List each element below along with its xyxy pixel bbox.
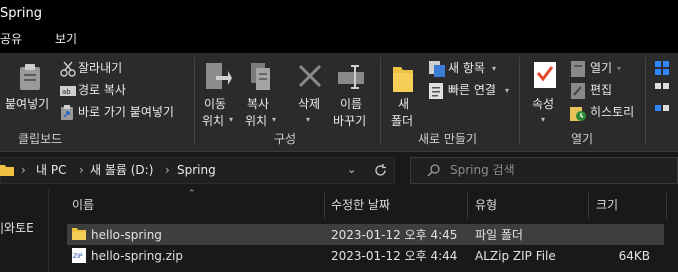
copy-to-label-1: 복사 [247,97,270,111]
tab-view[interactable]: 보기 [55,33,77,45]
move-to-button[interactable] [204,61,232,96]
select-all-icon[interactable] [655,61,678,124]
copy-to-label-2: 위치 [245,114,268,128]
ribbon-tab-bar [0,28,678,53]
chevron-down-icon: ▾ [505,86,510,95]
tab-share[interactable]: 공유 [0,33,22,45]
column-header-name[interactable]: 이름 [72,199,94,211]
rename-icon [338,65,364,89]
title-bar [0,0,678,28]
breadcrumb-separator: › [21,163,26,177]
edit-button[interactable]: 편집 [590,84,612,96]
open-icon [571,61,585,80]
easy-access-icon [429,83,445,102]
column-divider[interactable] [666,193,667,219]
group-separator [519,57,520,145]
chevron-down-icon: ▾ [229,115,234,124]
new-item-button[interactable]: 새 항목 [448,62,485,74]
move-to-label-2: 위치 [202,114,225,128]
breadcrumb-this-pc[interactable]: 내 PC [36,164,66,176]
search-icon [427,164,440,180]
paste-shortcut-button[interactable]: 바로 가기 붙여넣기 [78,106,174,118]
file-size: 64KB [618,249,650,263]
paste-button[interactable] [18,63,42,94]
column-divider[interactable] [467,193,468,219]
column-header-date-modified[interactable]: 수정한 날짜 [331,199,390,211]
breadcrumb-spring[interactable]: Spring [177,164,216,176]
chevron-down-icon: ▾ [617,64,622,73]
file-type: 파일 폴더 [475,228,523,242]
sort-chevron-up-icon: ⌃ [188,189,196,199]
file-modified: 2023-01-12 오후 4:45 [331,228,458,242]
paste-icon [20,64,40,90]
delete-icon [298,64,322,88]
group-separator [645,57,646,145]
group-label-organize: 구성 [274,132,297,146]
file-name[interactable]: hello-spring.zip [91,250,183,262]
column-header-size[interactable]: 크기 [596,199,618,211]
chevron-down-icon: ▾ [272,115,277,124]
chevron-down-icon: ▾ [541,115,546,124]
copy-path-icon: ab [60,84,76,101]
history-button[interactable]: 히스토리 [590,106,634,118]
group-label-clipboard: 클립보드 [18,132,63,146]
search-input[interactable]: Spring 검색 [450,164,515,176]
cut-button[interactable]: 잘라내기 [78,62,122,74]
group-separator [380,57,381,145]
new-folder-label-2: 폴더 [391,114,414,128]
copy-path-button[interactable]: 경로 복사 [78,84,126,96]
column-divider[interactable] [588,193,589,219]
easy-access-button[interactable]: 빠른 연결 [448,84,496,96]
zip-file-icon: ZIP [72,248,86,266]
group-separator [194,57,195,145]
column-header-type[interactable]: 유형 [475,199,497,211]
new-folder-label-1: 새 [398,97,410,111]
edit-icon [571,83,585,102]
delete-button[interactable] [297,63,323,92]
properties-label: 속성 [532,97,555,111]
window-title: Spring [0,6,42,21]
rename-label-1: 이름 [340,97,363,111]
copy-to-button[interactable] [247,61,275,96]
column-divider[interactable] [324,193,325,219]
chevron-down-icon: ▾ [306,115,311,124]
nav-item-partial[interactable]: |와토E [0,222,40,234]
paste-shortcut-icon [60,105,74,124]
open-button[interactable]: 열기 [590,62,612,74]
address-history-chevron-icon[interactable]: ⌄ [347,164,356,175]
folder-icon [393,67,413,92]
refresh-icon[interactable] [374,164,387,180]
properties-button[interactable] [533,61,557,92]
rename-button[interactable] [337,63,367,94]
breadcrumb-drive-d[interactable]: 새 볼륨 (D:) [90,164,153,176]
breadcrumb-separator: › [79,163,84,177]
folder-icon [0,163,14,180]
new-item-icon [429,61,445,80]
move-to-icon [206,63,232,89]
file-type: ALZip ZIP File [475,249,556,263]
copy-to-icon [251,63,270,90]
move-to-label-1: 이동 [204,97,227,111]
properties-icon [534,62,556,88]
breadcrumb-separator: › [165,163,170,177]
file-name[interactable]: hello-spring [91,229,162,241]
file-modified: 2023-01-12 오후 4:44 [331,249,458,263]
new-folder-button[interactable] [392,63,414,96]
paste-label: 붙여넣기 [5,97,50,111]
delete-label: 삭제 [298,97,321,111]
svg-text:ab: ab [62,88,71,96]
history-icon [570,105,586,124]
rename-label-2: 바꾸기 [333,114,367,128]
svg-text:ZIP: ZIP [73,253,83,260]
group-label-new: 새로 만들기 [418,132,478,146]
chevron-down-icon: ▾ [492,64,497,73]
folder-icon [72,227,86,244]
group-label-open: 열기 [571,132,594,146]
cut-icon [60,61,76,80]
